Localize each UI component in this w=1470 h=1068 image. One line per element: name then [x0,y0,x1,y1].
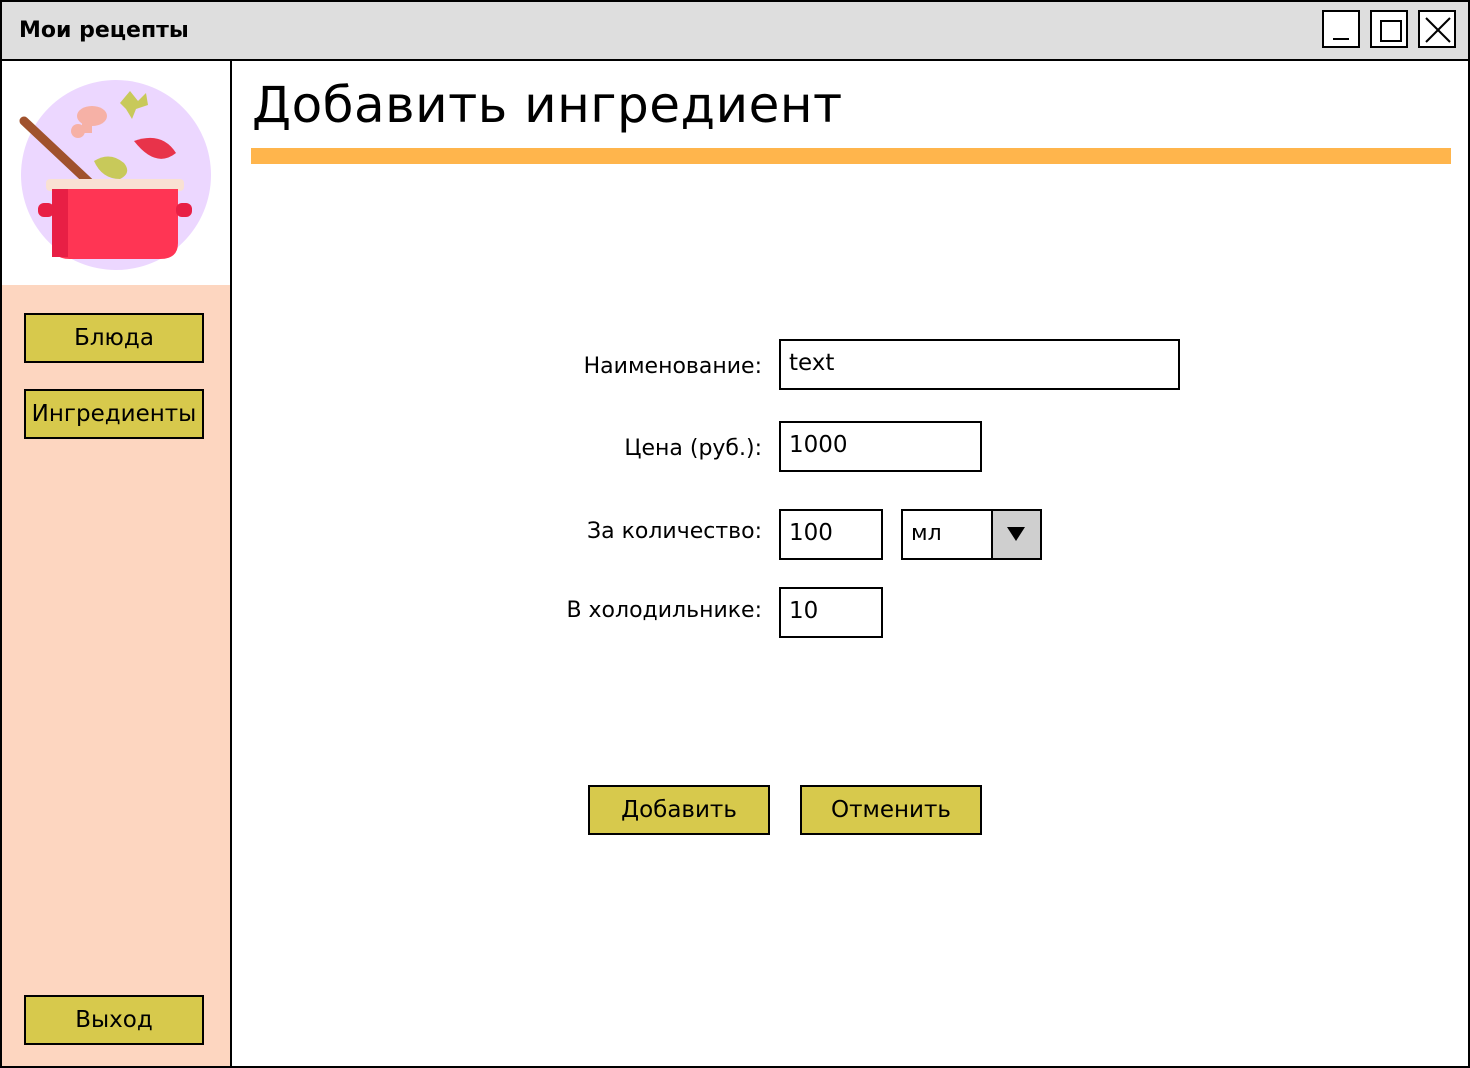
price-label: Цена (руб.): [624,436,762,461]
window-title: Мои рецепты [19,18,189,43]
unit-select-value: мл [911,521,942,546]
sidebar-item-dishes[interactable]: Блюда [24,313,204,363]
price-field[interactable]: 1000 [779,421,982,472]
quantity-label: За количество: [587,519,762,544]
quantity-field[interactable]: 100 [779,509,883,560]
minimize-button[interactable] [1322,10,1360,48]
unit-dropdown-button[interactable] [991,511,1040,558]
fridge-field[interactable]: 10 [779,587,883,638]
unit-select[interactable]: мл [901,509,1042,560]
triangle-down-icon [1007,527,1025,541]
add-button[interactable]: Добавить [588,785,770,835]
close-icon [1425,17,1451,43]
app-window: Мои рецепты Блюда Ингредиенты Выход Доба… [0,0,1470,1068]
sidebar-item-ingredients[interactable]: Ингредиенты [24,389,204,439]
cancel-button[interactable]: Отменить [800,785,982,835]
name-label: Наименование: [583,354,762,379]
name-field[interactable]: text [779,339,1180,390]
page-title: Добавить ингредиент [252,76,843,134]
exit-button[interactable]: Выход [24,995,204,1045]
title-bar: Мои рецепты [2,2,1468,61]
logo [2,61,230,285]
fridge-label: В холодильнике: [566,598,762,623]
sidebar: Блюда Ингредиенты Выход [2,61,232,1066]
title-underline [251,148,1451,164]
cooking-pot-icon [19,80,211,270]
maximize-button[interactable] [1370,10,1408,48]
close-button[interactable] [1418,10,1456,48]
